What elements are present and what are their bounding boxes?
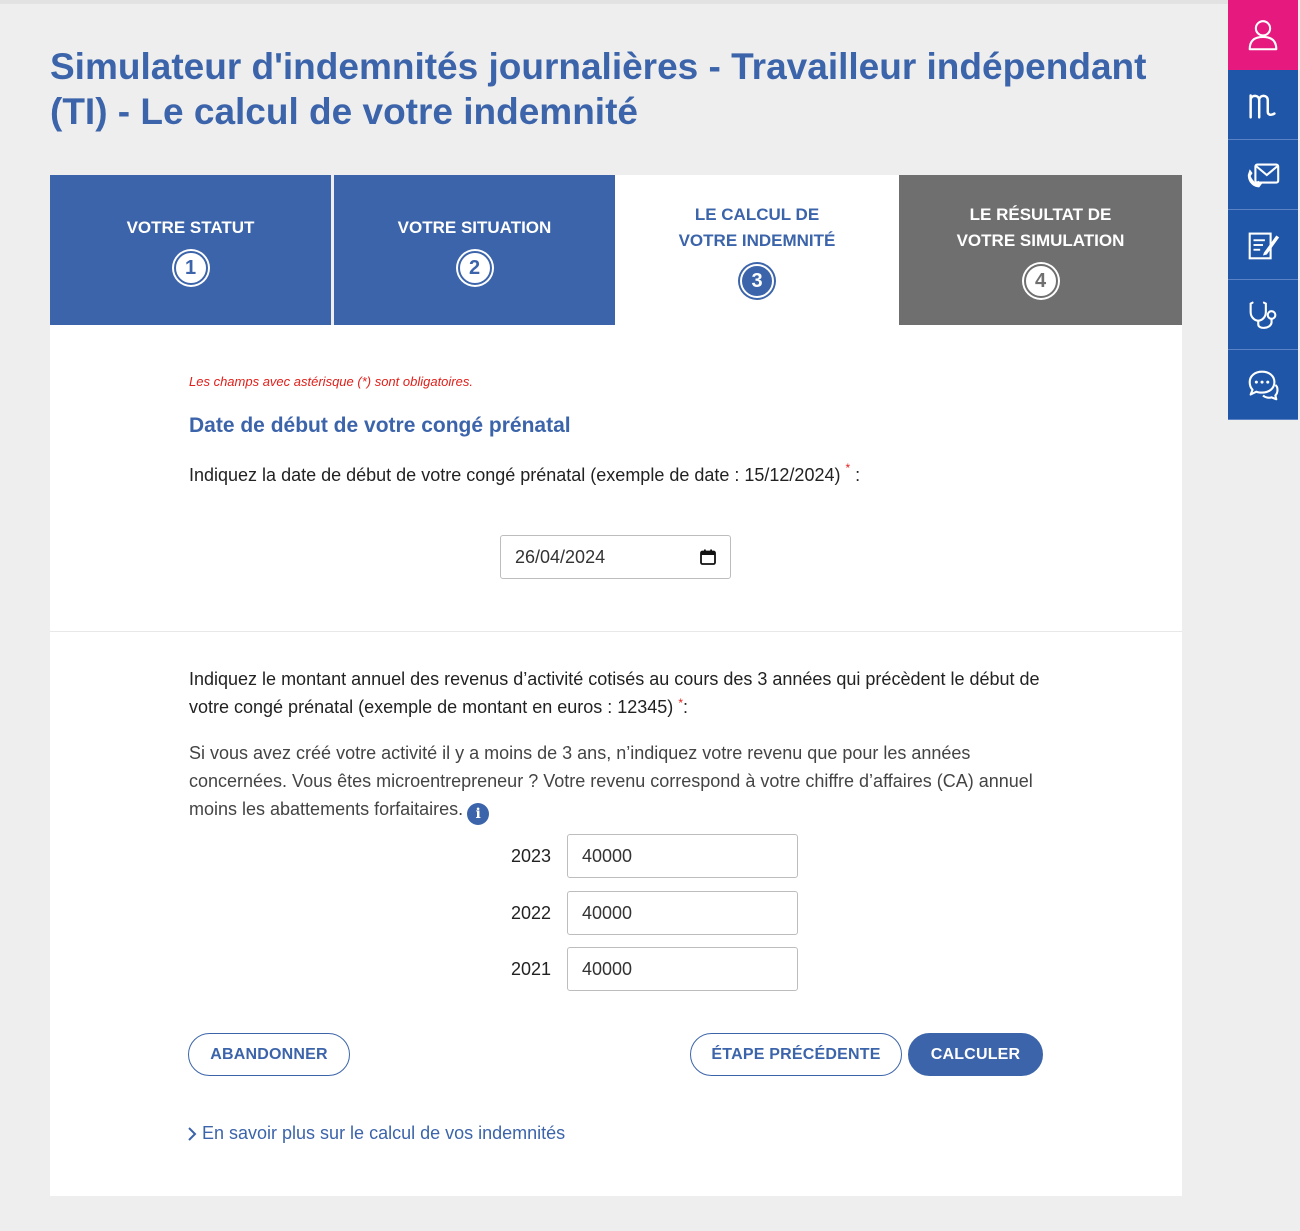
step-votre-situation[interactable]: VOTRE SITUATION 2 bbox=[334, 175, 615, 325]
chevron-right-icon bbox=[188, 1126, 197, 1141]
stepper: VOTRE STATUT 1 VOTRE SITUATION 2 LE CALC… bbox=[50, 175, 1182, 325]
step-label: LE RÉSULTAT DE bbox=[969, 205, 1112, 224]
step-label: VOTRE STATUT bbox=[126, 218, 255, 237]
ameli-logo-icon bbox=[1249, 93, 1276, 119]
step-number-badge: 3 bbox=[740, 264, 774, 298]
step-label: VOTRE INDEMNITÉ bbox=[678, 231, 836, 250]
income-field-label: Indiquez le montant annuel des revenus d… bbox=[189, 665, 1059, 721]
abandon-button[interactable]: ABANDONNER bbox=[188, 1033, 350, 1076]
label-colon: : bbox=[683, 697, 689, 717]
year-label: 2023 bbox=[510, 845, 551, 866]
step-label: VOTRE SIMULATION bbox=[956, 231, 1125, 250]
date-field-label: Indiquez la date de début de votre congé… bbox=[189, 461, 861, 486]
income-row-2023: 2023 40000 bbox=[480, 834, 798, 878]
income-help-text: Si vous avez créé votre activité il y a … bbox=[189, 739, 1059, 825]
side-toolbar bbox=[1228, 0, 1298, 420]
edit-form-icon bbox=[1248, 232, 1280, 259]
income-input-2022[interactable]: 40000 bbox=[567, 891, 798, 935]
step-label: VOTRE SITUATION bbox=[397, 218, 552, 237]
step-number-badge: 2 bbox=[457, 251, 492, 285]
chat-icon bbox=[1248, 370, 1279, 400]
chat-button[interactable] bbox=[1228, 350, 1298, 420]
required-asterisk: * bbox=[678, 696, 683, 710]
health-button[interactable] bbox=[1228, 280, 1298, 350]
required-asterisk: * bbox=[845, 461, 851, 475]
label-colon: : bbox=[850, 465, 861, 485]
required-fields-note: Les champs avec astérisque (*) sont obli… bbox=[189, 374, 473, 389]
account-button[interactable] bbox=[1228, 0, 1298, 70]
phone-mail-icon bbox=[1247, 163, 1280, 187]
income-row-2022: 2022 40000 bbox=[480, 891, 798, 935]
stethoscope-icon bbox=[1249, 301, 1277, 329]
learn-more-text: En savoir plus sur le calcul de vos inde… bbox=[202, 1123, 566, 1143]
prenatal-date-input[interactable]: 26/04/2024 bbox=[500, 535, 731, 579]
forms-button[interactable] bbox=[1228, 210, 1298, 280]
learn-more-link[interactable]: En savoir plus sur le calcul de vos inde… bbox=[187, 1123, 565, 1144]
income-input-2023[interactable]: 40000 bbox=[567, 834, 798, 878]
date-label-text: Indiquez la date de début de votre congé… bbox=[189, 465, 841, 485]
ameli-account-button[interactable] bbox=[1228, 70, 1298, 140]
step-votre-statut[interactable]: VOTRE STATUT 1 bbox=[50, 175, 331, 325]
income-row-2021: 2021 40000 bbox=[480, 947, 798, 991]
page-title: Simulateur d'indemnités journalières - T… bbox=[50, 46, 1147, 132]
contact-button[interactable] bbox=[1228, 140, 1298, 210]
calculate-button[interactable]: CALCULER bbox=[908, 1033, 1043, 1076]
top-border bbox=[0, 0, 1228, 4]
income-label-text: Indiquez le montant annuel des revenus d… bbox=[189, 669, 1040, 717]
step-label: LE CALCUL DE bbox=[694, 205, 820, 224]
year-label: 2022 bbox=[510, 902, 551, 923]
date-value: 26/04/2024 bbox=[515, 546, 606, 567]
help-text: Si vous avez créé votre activité il y a … bbox=[189, 743, 1033, 819]
year-label: 2021 bbox=[510, 958, 551, 979]
previous-step-button[interactable]: ÉTAPE PRÉCÉDENTE bbox=[690, 1033, 902, 1076]
section-title: Date de début de votre congé prénatal bbox=[189, 414, 571, 437]
user-icon bbox=[1248, 19, 1278, 50]
step-resultat-simulation: LE RÉSULTAT DE VOTRE SIMULATION 4 bbox=[899, 175, 1182, 325]
income-input-2021[interactable]: 40000 bbox=[567, 947, 798, 991]
step-number-badge: 1 bbox=[173, 251, 208, 285]
calendar-icon[interactable] bbox=[700, 549, 716, 565]
step-number-badge: 4 bbox=[1023, 264, 1058, 298]
info-icon[interactable]: i bbox=[467, 803, 490, 825]
step-calcul-indemnite-active: LE CALCUL DE VOTRE INDEMNITÉ 3 bbox=[615, 175, 899, 325]
form-card: Les champs avec astérisque (*) sont obli… bbox=[50, 325, 1182, 1196]
section-divider bbox=[50, 631, 1182, 632]
